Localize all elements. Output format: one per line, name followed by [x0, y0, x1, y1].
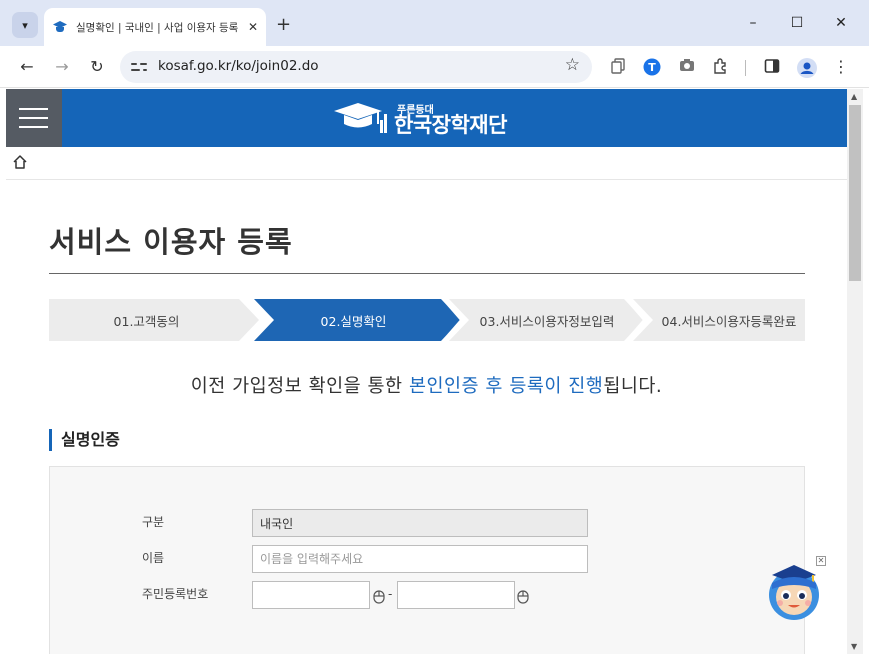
reload-button[interactable]: ↻ — [84, 54, 110, 80]
scroll-up-arrow-icon[interactable]: ▲ — [851, 92, 857, 101]
section-heading: 실명인증 — [49, 429, 120, 451]
scroll-thumb[interactable] — [849, 105, 861, 281]
svg-text:T: T — [648, 61, 656, 74]
page-title: 서비스 이용자 등록 — [49, 225, 293, 259]
hamburger-menu-icon[interactable] — [6, 89, 62, 147]
name-label: 이름 — [142, 551, 165, 565]
browser-toolbar: ← → ↻ kosaf.go.kr/ko/join02.do ☆ T ⋮ — [0, 46, 869, 88]
chatbot-mascot-button[interactable] — [766, 561, 822, 621]
logo-subtitle: 푸른등대 — [397, 105, 434, 116]
verification-form: 구분 이름 주민등록번호 - — [49, 466, 805, 654]
intro-highlight: 본인인증 후 등록이 진행 — [408, 376, 604, 397]
step-2-current: 02.실명확인 — [320, 313, 387, 329]
scroll-down-arrow-icon[interactable]: ▼ — [851, 642, 857, 651]
graduation-cap-logo-icon — [332, 100, 388, 136]
browser-titlebar: ▾ 실명확인 | 국내인 | 사업 이용자 등록 ✕ + – ☐ ✕ — [0, 0, 869, 46]
name-input[interactable] — [252, 545, 588, 573]
site-logo[interactable]: 푸른등대 한국장학재단 — [332, 95, 507, 141]
page-scrollbar[interactable]: ▲ ▼ — [847, 89, 863, 654]
profile-avatar-icon[interactable] — [797, 58, 817, 78]
step-1: 01.고객동의 — [113, 313, 180, 329]
browser-menu-icon[interactable]: ⋮ — [832, 58, 850, 76]
tab-title: 실명확인 | 국내인 | 사업 이용자 등록 — [76, 21, 239, 34]
back-button[interactable]: ← — [14, 54, 40, 80]
maximize-button[interactable]: ☐ — [782, 10, 812, 36]
url-text[interactable]: kosaf.go.kr/ko/join02.do — [158, 58, 319, 74]
virtual-keyboard-icon[interactable] — [373, 589, 385, 604]
site-header: 푸른등대 한국장학재단 — [6, 89, 847, 147]
home-icon[interactable] — [12, 154, 28, 170]
rrn-separator: - — [388, 587, 393, 601]
rrn-back-input[interactable] — [397, 581, 515, 609]
intro-message: 이전 가입정보 확인을 통한 본인인증 후 등록이 진행됩니다. — [6, 372, 847, 398]
bookmark-star-icon[interactable]: ☆ — [565, 55, 580, 75]
new-tab-button[interactable]: + — [276, 12, 291, 38]
title-divider — [49, 273, 805, 274]
rrn-front-input[interactable] — [252, 581, 370, 609]
extensions-puzzle-icon[interactable] — [712, 58, 730, 76]
tab-close-icon[interactable]: ✕ — [248, 20, 258, 34]
type-label: 구분 — [142, 515, 165, 529]
side-panel-icon[interactable] — [763, 58, 781, 76]
step-3: 03.서비스이용자정보입력 — [479, 313, 615, 329]
tab-search-button[interactable]: ▾ — [12, 12, 38, 38]
address-bar[interactable]: kosaf.go.kr/ko/join02.do ☆ — [120, 51, 592, 83]
toolbar-divider — [745, 60, 746, 76]
step-progress: 01.고객동의 02.실명확인 03.서비스이용자정보입력 04.서비스이용자등… — [49, 299, 805, 341]
rrn-label: 주민등록번호 — [142, 587, 209, 601]
translate-extension-icon[interactable]: T — [643, 58, 661, 76]
camera-icon[interactable] — [678, 58, 696, 76]
window-close-button[interactable]: ✕ — [826, 10, 856, 36]
step-4: 04.서비스이용자등록완료 — [661, 313, 797, 329]
copy-icon[interactable] — [609, 58, 627, 76]
intro-text: 이전 가입정보 확인을 통한 — [190, 376, 409, 397]
type-field — [252, 509, 588, 537]
site-info-icon[interactable] — [131, 59, 147, 75]
intro-text-end: 됩니다. — [603, 376, 663, 397]
forward-button[interactable]: → — [49, 54, 75, 80]
graduation-cap-favicon-icon — [52, 21, 68, 33]
page-viewport: 푸른등대 한국장학재단 서비스 이용자 등록 01.고객동의 02.실명확인 0… — [6, 89, 847, 654]
minimize-button[interactable]: – — [738, 10, 768, 36]
virtual-keyboard-icon[interactable] — [517, 589, 529, 604]
browser-tab-active[interactable]: 실명확인 | 국내인 | 사업 이용자 등록 ✕ — [44, 8, 266, 46]
breadcrumb — [6, 147, 847, 180]
